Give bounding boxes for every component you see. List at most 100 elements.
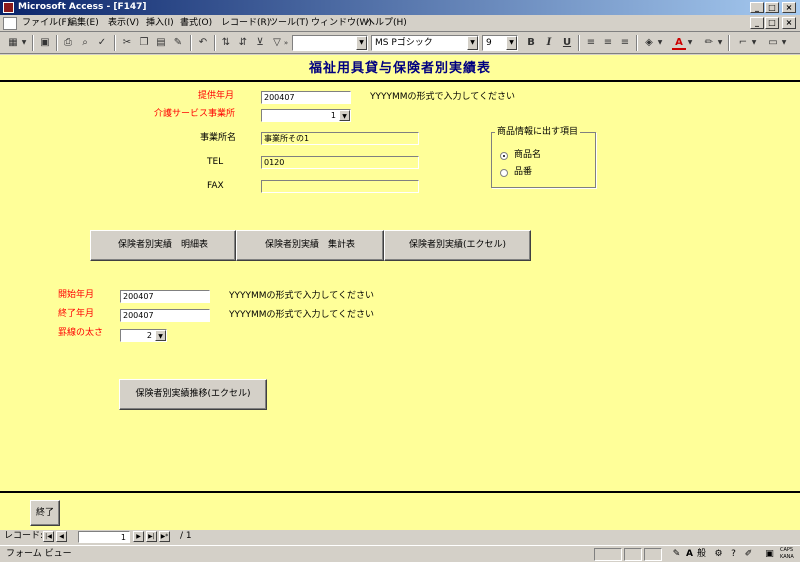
print-icon[interactable]: ⎙	[61, 36, 75, 50]
line-width-icon[interactable]: ⌐	[736, 36, 750, 50]
menu-view[interactable]: 表示(V)	[108, 17, 139, 30]
menu-insert[interactable]: 挿入(I)	[146, 17, 174, 30]
office-name-field[interactable]: 事業所その1	[261, 132, 419, 145]
view-dropdown-icon[interactable]: ▼	[20, 36, 28, 50]
product-code-radio[interactable]	[500, 169, 508, 177]
end-month-hint: YYYYMMの形式で入力してください	[229, 310, 374, 320]
menu-tools[interactable]: ツール(T)	[269, 17, 309, 30]
product-info-group	[491, 132, 596, 188]
ime-conversion-mode[interactable]: 般	[695, 548, 708, 561]
bold-button[interactable]: B	[524, 36, 538, 50]
doc-close-icon[interactable]: ×	[782, 17, 796, 29]
object-combo[interactable]: ▼	[292, 35, 368, 51]
previous-record-icon[interactable]: ◀	[56, 531, 67, 542]
chevron-down-icon[interactable]: ▼	[356, 36, 367, 50]
special-effect-dropdown-icon[interactable]: ▼	[780, 36, 788, 50]
line-width-value: 2	[146, 331, 152, 340]
first-record-icon[interactable]: |◀	[43, 531, 54, 542]
ime-settings-icon[interactable]: ⚙	[712, 548, 725, 561]
sort-ascending-icon[interactable]: ⇅	[219, 36, 233, 50]
excel-report-button[interactable]: 保険者別実績(エクセル)	[384, 230, 531, 261]
summary-report-button[interactable]: 保険者別実績 集計表	[236, 230, 384, 261]
detail-report-button[interactable]: 保険者別実績 明細表	[90, 230, 236, 261]
format-painter-icon[interactable]: ✎	[171, 36, 185, 50]
cut-icon[interactable]: ✂	[120, 36, 134, 50]
last-record-icon[interactable]: ▶|	[146, 531, 157, 542]
menu-format[interactable]: 書式(O)	[180, 17, 212, 30]
title-bar[interactable]: Microsoft Access - [F147] _ □ ×	[0, 0, 800, 15]
doc-minimize-icon[interactable]: _	[750, 17, 764, 29]
line-width-combo[interactable]: 2 ▼	[120, 329, 167, 342]
status-text: フォーム ビュー	[6, 549, 72, 559]
office-value: 1	[330, 111, 336, 120]
ime-menu-icon[interactable]: ▣	[763, 548, 776, 561]
menu-window[interactable]: ウィンドウ(W)	[311, 17, 372, 30]
end-month-input[interactable]: 200407	[120, 309, 210, 322]
sort-descending-icon[interactable]: ⇵	[236, 36, 250, 50]
next-record-icon[interactable]: ▶	[133, 531, 144, 542]
tel-field[interactable]: 0120	[261, 156, 419, 169]
product-name-option-label[interactable]: 商品名	[514, 149, 541, 162]
fill-color-icon[interactable]: ◈	[642, 36, 656, 50]
trend-excel-button[interactable]: 保険者別実績推移(エクセル)	[119, 379, 267, 410]
form-view-icon[interactable]: ▦	[6, 36, 20, 50]
font-color-dropdown-icon[interactable]: ▼	[686, 36, 694, 50]
spelling-icon[interactable]: ✓	[95, 36, 109, 50]
ime-help-icon[interactable]: ?	[727, 548, 740, 561]
office-combo[interactable]: 1 ▼	[261, 109, 351, 122]
chevron-down-icon[interactable]: ▼	[506, 36, 517, 50]
record-number-input[interactable]: 1	[78, 531, 130, 543]
line-width-dropdown-icon[interactable]: ▼	[750, 36, 758, 50]
line-color-icon[interactable]: ✏	[702, 36, 716, 50]
ime-tool-icon[interactable]: ✐	[742, 548, 755, 561]
start-month-input[interactable]: 200407	[120, 290, 210, 303]
fax-label: FAX	[207, 181, 224, 191]
font-name-combo[interactable]: MS Pゴシック ▼	[371, 35, 479, 51]
minimize-icon[interactable]: _	[750, 2, 764, 13]
menu-help[interactable]: ヘルプ(H)	[366, 17, 407, 30]
paste-icon[interactable]: ▤	[154, 36, 168, 50]
document-icon[interactable]	[3, 17, 17, 30]
font-color-icon[interactable]: A	[672, 36, 686, 50]
font-size-combo[interactable]: 9 ▼	[482, 35, 518, 51]
underline-button[interactable]: U	[560, 36, 574, 50]
end-button[interactable]: 終了	[30, 500, 60, 526]
doc-restore-icon[interactable]: □	[765, 17, 779, 29]
maximize-icon[interactable]: □	[765, 2, 779, 13]
formatting-toolbar: ▦ ▼ ▣ ⎙ ⌕ ✓ ✂ ❐ ▤ ✎ ↶ ⇅ ⇵ ⊻ ▽ » ▼ MS Pゴシ…	[0, 32, 800, 54]
menu-edit[interactable]: 編集(E)	[68, 17, 99, 30]
undo-icon[interactable]: ↶	[196, 36, 210, 50]
align-right-icon[interactable]: ≡	[618, 36, 632, 50]
italic-button[interactable]: I	[542, 36, 556, 50]
filter-by-selection-icon[interactable]: ⊻	[253, 36, 267, 50]
chevron-down-icon[interactable]: ▼	[467, 36, 478, 50]
product-name-radio[interactable]	[500, 152, 508, 160]
menu-record[interactable]: レコード(R)	[221, 17, 270, 30]
copy-icon[interactable]: ❐	[137, 36, 151, 50]
fax-field[interactable]	[261, 180, 419, 193]
provide-month-input[interactable]: 200407	[261, 91, 351, 104]
office-label: 介護サービス事業所	[154, 109, 236, 119]
close-icon[interactable]: ×	[782, 2, 796, 13]
product-code-option-label[interactable]: 品番	[514, 166, 532, 179]
new-record-icon[interactable]: ▶*	[159, 531, 170, 542]
toolbar-more-icon[interactable]: »	[282, 36, 290, 50]
fill-color-dropdown-icon[interactable]: ▼	[656, 36, 664, 50]
provide-month-hint: YYYYMMの形式で入力してください	[370, 92, 515, 102]
status-bar: フォーム ビュー ✎ A 般 ⚙ ? ✐ ▣ CAPS KANA	[0, 545, 800, 562]
tel-label: TEL	[207, 157, 224, 167]
line-color-dropdown-icon[interactable]: ▼	[716, 36, 724, 50]
chevron-down-icon[interactable]: ▼	[339, 110, 350, 121]
align-left-icon[interactable]: ≡	[584, 36, 598, 50]
print-preview-icon[interactable]: ⌕	[78, 36, 92, 50]
save-icon[interactable]: ▣	[38, 36, 52, 50]
menu-file[interactable]: ファイル(F)	[22, 17, 70, 30]
align-center-icon[interactable]: ≡	[601, 36, 615, 50]
chevron-down-icon[interactable]: ▼	[155, 330, 166, 341]
record-navigation-bar: レコード: |◀ ◀ 1 ▶ ▶| ▶* / 1	[0, 530, 800, 544]
status-panel-3	[644, 548, 662, 561]
special-effect-icon[interactable]: ▭	[766, 36, 780, 50]
access-app-icon[interactable]	[3, 2, 14, 13]
ime-pen-icon[interactable]: ✎	[670, 548, 683, 561]
status-panel-1	[594, 548, 622, 561]
